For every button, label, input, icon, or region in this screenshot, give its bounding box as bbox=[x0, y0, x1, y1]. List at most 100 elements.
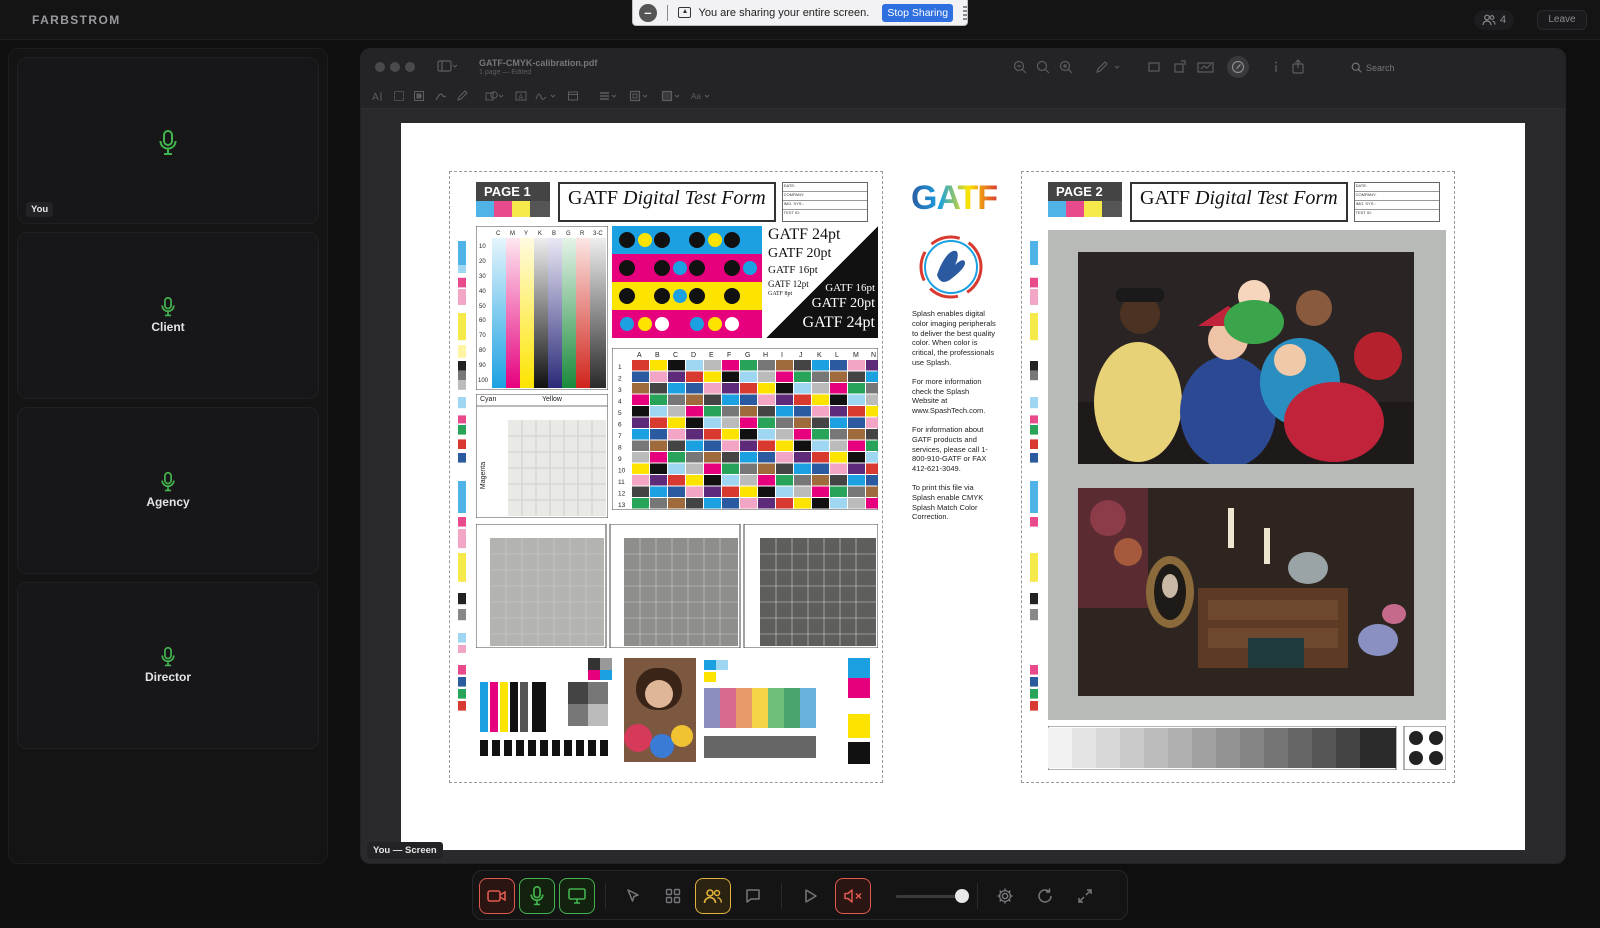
grid-swatch bbox=[722, 486, 739, 497]
meta-field: COMPANY: bbox=[1354, 192, 1439, 201]
grid-swatch bbox=[668, 452, 685, 463]
zoom-out-icon bbox=[1013, 60, 1027, 74]
grid-swatch bbox=[812, 383, 829, 394]
speaker-muted-icon bbox=[844, 889, 862, 903]
grid-swatch bbox=[812, 360, 829, 371]
tint-ladder-chart: C M Y K B G R 3-C 10 20 30 40 50 60 70 80 90 100 bbox=[476, 226, 608, 390]
microphone-toggle-button[interactable] bbox=[519, 878, 555, 914]
grid-swatch bbox=[632, 371, 649, 382]
grid-swatch bbox=[668, 394, 685, 405]
grid-swatch bbox=[866, 452, 878, 463]
play-button[interactable] bbox=[793, 878, 829, 914]
pdf-page: PAGE 1 GATF Digital Test Form DATE: COMP… bbox=[401, 123, 1525, 850]
grid-swatch bbox=[866, 371, 878, 382]
grid-column-label: F bbox=[727, 352, 731, 359]
microphone-icon bbox=[530, 886, 544, 906]
you-label: You bbox=[26, 202, 54, 217]
window-close-icon bbox=[375, 62, 385, 72]
grid-swatch bbox=[794, 498, 811, 509]
grid-swatch bbox=[686, 440, 703, 451]
grid-swatch bbox=[776, 429, 793, 440]
preview-search[interactable]: Search bbox=[1351, 62, 1395, 73]
page-2-label: PAGE 2 bbox=[1048, 182, 1122, 201]
page-1-label: PAGE 1 bbox=[476, 182, 550, 201]
volume-slider-handle[interactable] bbox=[955, 889, 969, 903]
page-2-label-block: PAGE 2 bbox=[1048, 182, 1122, 222]
grid-column-label: I bbox=[781, 352, 783, 359]
grid-swatch bbox=[794, 371, 811, 382]
page-1-header: PAGE 1 GATF Digital Test Form DATE: COMP… bbox=[476, 182, 868, 222]
gray-step-wedge bbox=[1048, 726, 1446, 770]
group-photo bbox=[1078, 252, 1414, 464]
side-note-paragraph: To print this file via Splash enable CMY… bbox=[912, 482, 984, 522]
screen-share-toggle-button[interactable] bbox=[559, 878, 595, 914]
meta-field: DATE: bbox=[782, 183, 867, 192]
drag-handle-icon[interactable] bbox=[963, 5, 967, 20]
grid-row-label: 4 bbox=[618, 399, 622, 406]
camera-toggle-button[interactable] bbox=[479, 878, 515, 914]
participants-count-button[interactable]: 4 bbox=[1474, 10, 1515, 30]
chat-button[interactable] bbox=[735, 878, 771, 914]
test-form-page-2: PAGE 2 GATF Digital Test Form DATE: COMP… bbox=[1021, 171, 1455, 783]
participant-tile-you[interactable]: You bbox=[17, 57, 319, 224]
control-divider bbox=[781, 883, 782, 909]
participants-panel-button[interactable] bbox=[695, 878, 731, 914]
grid-swatch bbox=[650, 383, 667, 394]
grid-swatch bbox=[830, 452, 847, 463]
refresh-button[interactable] bbox=[1027, 878, 1063, 914]
grid-row-label: 6 bbox=[618, 422, 622, 429]
grid-swatch bbox=[650, 440, 667, 451]
fullscreen-button[interactable] bbox=[1067, 878, 1103, 914]
grid-swatch bbox=[776, 417, 793, 428]
grid-column-label: B bbox=[655, 352, 660, 359]
grid-swatch bbox=[830, 440, 847, 451]
grid-swatch bbox=[794, 452, 811, 463]
participant-tile-client[interactable]: Client bbox=[17, 232, 319, 399]
grid-swatch bbox=[830, 406, 847, 417]
refresh-icon bbox=[1038, 888, 1052, 903]
grid-swatch bbox=[740, 452, 757, 463]
settings-button[interactable] bbox=[987, 878, 1023, 914]
test-form-page-1: PAGE 1 GATF Digital Test Form DATE: COMP… bbox=[449, 171, 883, 783]
leave-button[interactable]: Leave bbox=[1537, 10, 1587, 30]
microphone-icon bbox=[161, 297, 175, 317]
chat-bubble-icon bbox=[746, 889, 760, 903]
grid-swatch bbox=[722, 417, 739, 428]
grid-swatch bbox=[650, 486, 667, 497]
minimize-icon[interactable]: – bbox=[639, 3, 657, 22]
participant-tile-agency[interactable]: Agency bbox=[17, 407, 319, 574]
document-canvas: PAGE 1 GATF Digital Test Form DATE: COMP… bbox=[361, 109, 1565, 863]
shared-screen-view[interactable]: GATF-CMYK-calibration.pdf 1 page — Edite… bbox=[360, 48, 1566, 864]
grid-swatch bbox=[776, 440, 793, 451]
still-life-image bbox=[1078, 488, 1414, 696]
participant-tile-director[interactable]: Director bbox=[17, 582, 319, 749]
grid-swatch bbox=[686, 360, 703, 371]
grid-swatch bbox=[722, 394, 739, 405]
document-status: 1 page — Edited bbox=[479, 69, 532, 76]
control-divider bbox=[605, 883, 606, 909]
svg-text:C: C bbox=[496, 231, 501, 237]
grid-swatch bbox=[830, 475, 847, 486]
grid-swatch bbox=[794, 486, 811, 497]
photo-panel bbox=[1048, 230, 1446, 720]
border-color-icon bbox=[629, 90, 648, 102]
people-icon bbox=[1482, 14, 1496, 26]
swatch-strip bbox=[1048, 201, 1122, 217]
grid-view-button[interactable] bbox=[655, 878, 691, 914]
grid-swatch bbox=[668, 383, 685, 394]
stop-sharing-button[interactable]: Stop Sharing bbox=[882, 3, 954, 22]
grid-swatch bbox=[668, 475, 685, 486]
pointer-tool-button[interactable] bbox=[615, 878, 651, 914]
grid-swatch bbox=[632, 429, 649, 440]
grid-column-label: C bbox=[673, 352, 678, 359]
speaker-mute-button[interactable] bbox=[835, 878, 871, 914]
grid-swatch bbox=[848, 475, 865, 486]
meta-field: TEST ID: bbox=[783, 210, 801, 215]
grid-swatch bbox=[740, 383, 757, 394]
svg-text:M: M bbox=[510, 231, 515, 237]
grid-swatch bbox=[740, 360, 757, 371]
form-title: GATF Digital Test Form bbox=[1130, 182, 1348, 222]
markup-toggle-button[interactable] bbox=[1227, 56, 1249, 78]
svg-text:80: 80 bbox=[479, 348, 486, 354]
grid-swatch bbox=[848, 417, 865, 428]
